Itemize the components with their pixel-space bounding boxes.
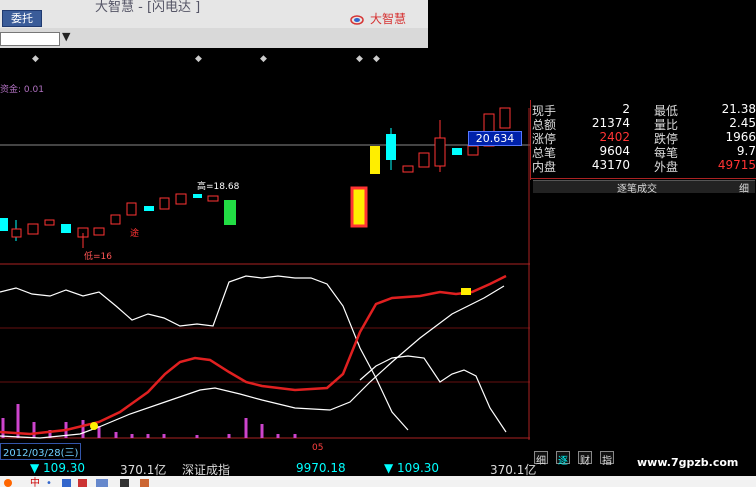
entrust-button[interactable]: 委托: [2, 10, 42, 27]
candle: [193, 194, 202, 198]
status-bar: ▼ 109.30 370.1亿 深证成指 9970.18 ▼ 109.30 37…: [0, 460, 610, 477]
candle: [499, 107, 511, 129]
candle: [402, 165, 414, 173]
indicator-line-white-3: [359, 355, 507, 433]
quote-value: 21374: [591, 116, 630, 130]
panel-tab[interactable]: 逐: [556, 451, 570, 467]
app-logo-text: 大智慧: [370, 12, 407, 26]
panel-tab[interactable]: 指: [600, 451, 614, 467]
last-price-label: 20.634: [468, 131, 522, 146]
quote-row: 总笔 9604 每笔 9.7: [532, 144, 756, 160]
tick-trade-header[interactable]: 逐笔成交 细: [533, 180, 755, 195]
taskbar-icon: 中: [30, 476, 40, 487]
candle: [224, 200, 236, 225]
quote-separator: [530, 178, 756, 179]
candle: [110, 214, 121, 225]
candle: [44, 219, 55, 226]
status-index-change: ▼ 109.30: [30, 461, 86, 475]
quote-value: 2.45: [729, 116, 756, 130]
quote-divider: [530, 100, 531, 180]
app-logo-icon: [350, 11, 364, 25]
candle: [175, 193, 187, 205]
stock-combo-input[interactable]: [0, 32, 60, 46]
quote-value: 43170: [591, 158, 630, 172]
candle: [467, 145, 479, 156]
quote-value: 9604: [599, 144, 630, 158]
taskbar-icon: [120, 479, 129, 487]
candle: [207, 195, 219, 202]
low-price-label: 低=16: [84, 252, 112, 262]
indicator-line-red: [0, 274, 507, 436]
candle: [386, 134, 396, 160]
chevron-down-icon[interactable]: ▼: [62, 30, 70, 43]
candle: [11, 228, 22, 238]
taskbar-icon: [62, 479, 71, 487]
candle: [0, 218, 8, 231]
taskbar-icon: •: [46, 478, 52, 487]
quote-row: 涨停 2402 跌停 1966: [532, 130, 756, 146]
taskbar-icon: [4, 479, 12, 487]
candle: [27, 223, 39, 235]
quote-value: 21.38: [721, 102, 756, 116]
indicator-line-white-1: [0, 275, 409, 431]
quote-label: 内盘: [532, 160, 557, 174]
high-price-label: 高=18.68: [197, 182, 240, 192]
candlestick-chart[interactable]: 途: [0, 48, 532, 266]
status-index-value: 9970.18: [296, 461, 346, 475]
candle: [144, 206, 154, 211]
cursor-date-label: 2012/03/28(三): [0, 443, 82, 460]
taskbar-icon: [78, 479, 87, 487]
quote-row: 现手 2 最低 21.38: [532, 102, 756, 118]
status-index-change-2: ▼ 109.30: [384, 461, 440, 475]
quote-value: 49715: [717, 158, 756, 172]
watermark: www.7gpzb.com: [637, 456, 739, 469]
indicator-chart[interactable]: [0, 262, 532, 442]
quote-value: 2: [622, 102, 630, 116]
candle: [434, 137, 446, 167]
quote-value: 2402: [599, 130, 630, 144]
panel-tab[interactable]: 财: [578, 451, 592, 467]
quote-table: 现手 2 最低 21.38 总额 21374 量比 2.45 涨停 2402 跌停 1966 总笔 960…: [530, 100, 756, 180]
tick-header-label: 逐笔成交: [617, 184, 657, 195]
candle: [418, 152, 430, 168]
candle: [93, 227, 105, 236]
candle: [452, 148, 462, 155]
quote-value: 9.7: [736, 144, 756, 158]
quote-label: 外盘: [654, 160, 679, 174]
signal-marker: [461, 288, 471, 295]
tick-header-right: 细: [739, 184, 749, 195]
quote-value: 1966: [725, 130, 756, 144]
panel-tab[interactable]: 细: [534, 451, 548, 467]
taskbar-icon: [140, 479, 149, 487]
candle: [126, 202, 137, 216]
signal-dot: [90, 422, 98, 430]
quote-row: 内盘 43170 外盘 49715: [532, 158, 756, 174]
signal-mark: 途: [130, 227, 139, 239]
quote-row: 总额 21374 量比 2.45: [532, 116, 756, 132]
taskbar: 中 •: [0, 476, 756, 487]
candles: [0, 107, 511, 248]
candle: [370, 146, 380, 174]
window-title-bar: 大智慧 - [闪电达 ] 大智慧 委托: [0, 0, 428, 28]
candle: [159, 197, 170, 210]
candle: [61, 224, 71, 233]
month-label: 05: [312, 443, 324, 453]
candle: [350, 186, 368, 228]
window-title: 大智慧 - [闪电达 ]: [95, 0, 201, 15]
taskbar-icon: [96, 479, 108, 487]
indicator-line-white-2: [0, 285, 505, 439]
indicator-param-label: 资金: 0.01: [0, 85, 44, 95]
